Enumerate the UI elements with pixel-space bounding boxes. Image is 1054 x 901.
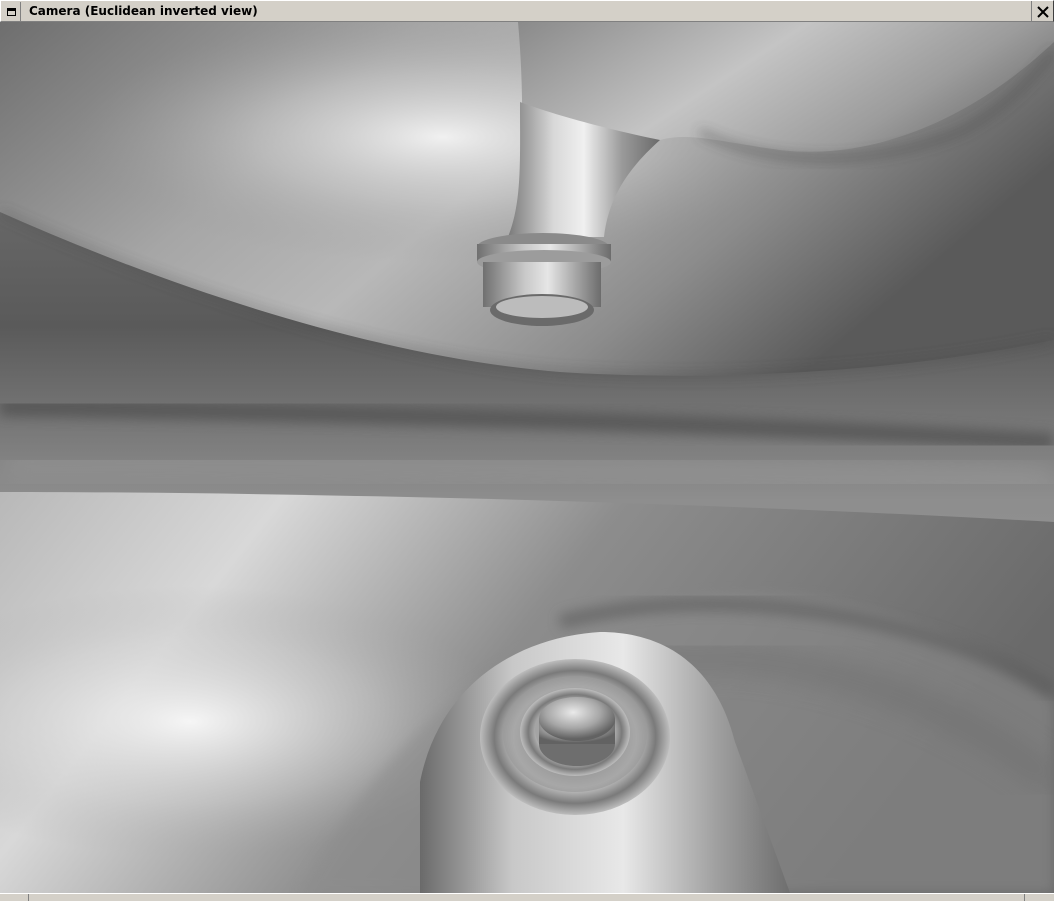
window-menu-icon <box>6 7 16 16</box>
window-title: Camera (Euclidean inverted view) <box>29 4 258 18</box>
strip-divider-left <box>28 894 29 901</box>
close-button[interactable] <box>1031 1 1053 22</box>
render-viewport[interactable] <box>0 22 1054 893</box>
camera-window: Camera (Euclidean inverted view) <box>0 0 1054 901</box>
status-strip <box>0 893 1054 901</box>
close-icon <box>1036 5 1049 18</box>
strip-divider-right <box>1024 894 1025 901</box>
window-menu-button[interactable] <box>2 2 21 21</box>
inverted-view-render <box>0 22 1054 893</box>
title-bar[interactable]: Camera (Euclidean inverted view) <box>0 0 1054 22</box>
